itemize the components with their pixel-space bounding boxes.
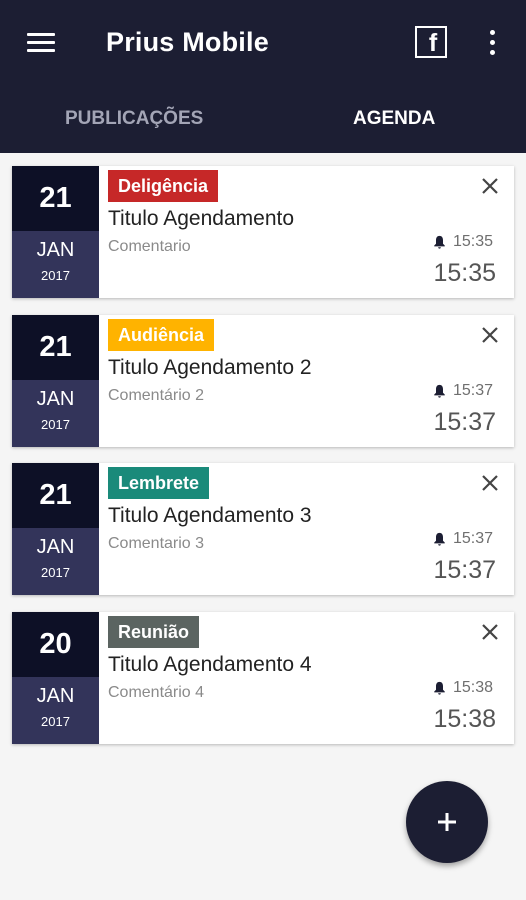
event-card[interactable]: 20 JAN 2017 Reunião Titulo Agendamento 4… xyxy=(12,612,514,744)
event-comment: Comentário 4 xyxy=(108,684,205,701)
event-month-year: JAN 2017 xyxy=(12,677,99,744)
facebook-icon[interactable]: f xyxy=(415,26,447,58)
bell-icon xyxy=(434,681,445,695)
event-alarm-time: 15:37 xyxy=(453,530,494,547)
event-year: 2017 xyxy=(41,565,70,580)
close-icon[interactable] xyxy=(480,473,500,493)
event-card[interactable]: 21 JAN 2017 Deligência Titulo Agendament… xyxy=(12,166,514,298)
event-tag-badge: Audiência xyxy=(108,319,215,351)
event-card[interactable]: 21 JAN 2017 Audiência Titulo Agendamento… xyxy=(12,315,514,447)
event-title: Titulo Agendamento xyxy=(108,207,295,230)
event-month-year: JAN 2017 xyxy=(12,528,99,595)
app-title: Prius Mobile xyxy=(106,27,269,57)
event-comment: Comentario 3 xyxy=(108,535,205,552)
close-icon[interactable] xyxy=(480,325,500,345)
event-time: 15:37 xyxy=(433,556,496,584)
event-month: JAN xyxy=(36,536,75,558)
event-month-year: JAN 2017 xyxy=(12,380,99,447)
event-year: 2017 xyxy=(41,268,70,283)
event-time: 15:38 xyxy=(433,705,496,733)
event-time: 15:35 xyxy=(433,259,496,287)
tab-agenda[interactable]: AGENDA xyxy=(353,108,435,130)
menu-icon[interactable] xyxy=(27,33,55,53)
close-icon[interactable] xyxy=(480,176,500,196)
event-month: JAN xyxy=(36,685,75,707)
event-month: JAN xyxy=(36,388,75,410)
bell-icon xyxy=(434,235,445,249)
event-title: Titulo Agendamento 3 xyxy=(108,504,312,527)
bell-icon xyxy=(434,384,445,398)
event-day: 21 xyxy=(12,166,99,231)
event-alarm-time: 15:35 xyxy=(453,233,494,250)
event-year: 2017 xyxy=(41,714,70,729)
more-vert-icon[interactable] xyxy=(489,30,497,56)
event-month: JAN xyxy=(36,239,75,261)
app-bar: Prius Mobile f PUBLICAÇÕES AGENDA xyxy=(0,0,526,153)
event-time: 15:37 xyxy=(433,408,496,436)
event-year: 2017 xyxy=(41,417,70,432)
add-event-button[interactable] xyxy=(406,781,488,863)
event-tag-badge: Lembrete xyxy=(108,467,210,499)
event-title: Titulo Agendamento 2 xyxy=(108,356,312,379)
bell-icon xyxy=(434,532,445,546)
event-day: 21 xyxy=(12,315,99,380)
event-day: 20 xyxy=(12,612,99,677)
event-day: 21 xyxy=(12,463,99,528)
event-month-year: JAN 2017 xyxy=(12,231,99,298)
plus-icon xyxy=(438,813,456,831)
event-alarm-time: 15:37 xyxy=(453,382,494,399)
close-icon[interactable] xyxy=(480,622,500,642)
event-comment: Comentario xyxy=(108,238,191,255)
event-tag-badge: Reunião xyxy=(108,616,200,648)
event-alarm-time: 15:38 xyxy=(453,679,494,696)
event-tag-badge: Deligência xyxy=(108,170,219,202)
event-card[interactable]: 21 JAN 2017 Lembrete Titulo Agendamento … xyxy=(12,463,514,595)
event-comment: Comentário 2 xyxy=(108,387,205,404)
tab-publicacoes[interactable]: PUBLICAÇÕES xyxy=(65,108,203,130)
event-title: Titulo Agendamento 4 xyxy=(108,653,312,676)
